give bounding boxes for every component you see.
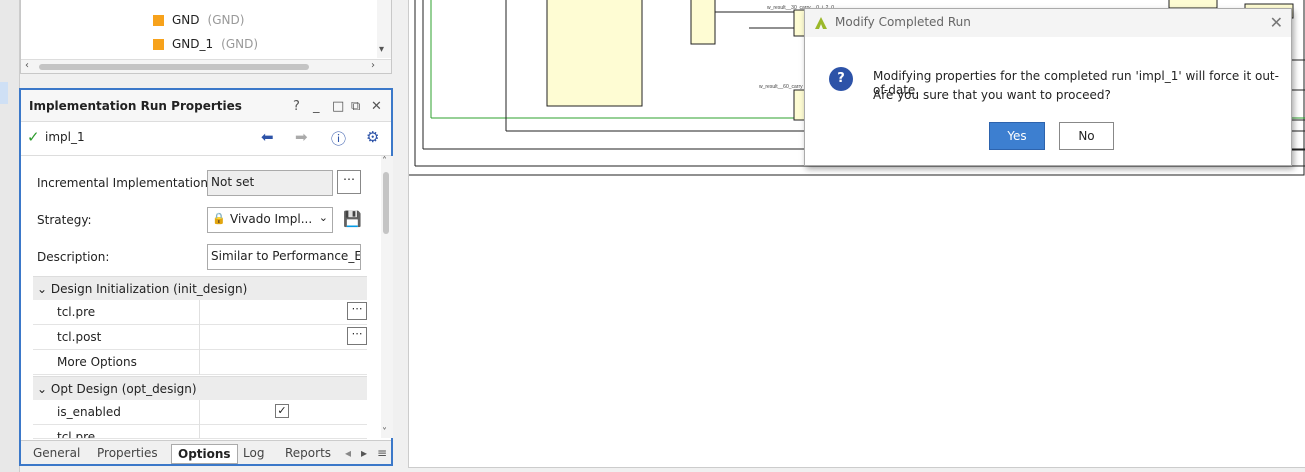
- run-name: impl_1: [45, 130, 85, 144]
- question-icon: ?: [829, 67, 853, 91]
- option-name: More Options: [57, 355, 137, 369]
- run-complete-check-icon: ✓: [27, 128, 40, 146]
- incremental-field[interactable]: Not set: [207, 170, 333, 196]
- option-row: tcl.post ⋯: [33, 325, 367, 350]
- float-icon[interactable]: ⧉: [351, 99, 360, 114]
- scroll-thumb[interactable]: [39, 64, 309, 70]
- section-init-design[interactable]: ⌄ Design Initialization (init_design): [33, 276, 367, 300]
- close-icon[interactable]: ✕: [371, 99, 382, 114]
- panel-toolbar: ✓ impl_1 ⬅ ➡ ⓘ ⚙: [21, 122, 391, 156]
- yes-button[interactable]: Yes: [989, 122, 1045, 150]
- chevron-down-icon[interactable]: ⌄: [37, 282, 47, 296]
- section-title: Opt Design (opt_design): [50, 382, 197, 396]
- scroll-right-icon[interactable]: ›: [371, 60, 375, 71]
- run-properties-panel: Implementation Run Properties ? _ □ ⧉ ✕ …: [19, 88, 393, 466]
- tab-reports[interactable]: Reports: [279, 444, 337, 464]
- tab-log[interactable]: Log: [237, 444, 270, 464]
- gnd-cell-icon: [153, 38, 164, 50]
- section-title: Design Initialization (init_design): [50, 282, 248, 296]
- chevron-down-icon[interactable]: ⌄: [37, 382, 47, 396]
- tree-item-name: GND: [172, 13, 200, 27]
- scroll-left-icon[interactable]: ‹: [25, 60, 29, 71]
- option-row: More Options: [33, 350, 367, 375]
- tab-options[interactable]: Options: [171, 444, 238, 464]
- logic-cell: [546, 0, 643, 107]
- tab-general[interactable]: General: [27, 444, 86, 464]
- description-label: Description:: [37, 250, 110, 264]
- save-strategy-icon[interactable]: 💾: [343, 210, 362, 228]
- settings-gear-icon[interactable]: ⚙: [366, 128, 379, 146]
- tree-item[interactable]: GND (GND): [153, 10, 244, 30]
- tree-vertical-scrollbar[interactable]: ▾: [377, 0, 391, 58]
- chevron-down-icon[interactable]: ⌄: [319, 211, 328, 224]
- tree-item-type: (GND): [221, 37, 259, 51]
- left-navigation-strip: [0, 0, 20, 472]
- gnd-cell-icon: [153, 14, 164, 26]
- is-enabled-checkbox[interactable]: ✓: [275, 404, 289, 418]
- panel-title: Implementation Run Properties: [29, 99, 242, 113]
- dialog-title: Modify Completed Run: [835, 15, 971, 29]
- help-icon[interactable]: ?: [293, 99, 300, 114]
- back-arrow-icon[interactable]: ⬅: [261, 128, 274, 146]
- netlist-tree[interactable]: GND (GND) GND_1 (GND) ▾ ‹ ›: [20, 0, 392, 74]
- dialog-message-line2: Are you sure that you want to proceed?: [873, 88, 1111, 102]
- scroll-down-icon[interactable]: ▾: [379, 44, 384, 55]
- no-button[interactable]: No: [1059, 122, 1114, 150]
- scroll-down-icon[interactable]: ˅: [382, 427, 387, 438]
- section-opt-design[interactable]: ⌄ Opt Design (opt_design): [33, 376, 367, 400]
- selected-marker: [0, 82, 8, 104]
- info-icon[interactable]: ⓘ: [331, 128, 346, 149]
- net-label: w_result__60_carry: [759, 84, 803, 90]
- tree-item-name: GND_1: [172, 37, 214, 51]
- dialog-close-icon[interactable]: ✕: [1270, 13, 1283, 32]
- strategy-select[interactable]: 🔒 Vivado Impl... ⌄: [207, 207, 333, 233]
- scroll-up-icon[interactable]: ˄: [382, 156, 387, 167]
- tree-item-type: (GND): [207, 13, 245, 27]
- tab-menu-icon[interactable]: ≡: [371, 444, 393, 464]
- logic-cell: [1168, 0, 1218, 9]
- description-field[interactable]: Similar to Performance_Ex: [207, 244, 361, 270]
- option-row: tcl.pre ⋯: [33, 300, 367, 325]
- forward-arrow-icon[interactable]: ➡: [295, 128, 308, 146]
- tree-item[interactable]: GND_1 (GND): [153, 34, 258, 54]
- browse-button[interactable]: ⋯: [347, 327, 367, 345]
- option-name: is_enabled: [57, 405, 121, 419]
- tab-properties[interactable]: Properties: [91, 444, 164, 464]
- vivado-logo-icon: [815, 17, 827, 29]
- logic-cell: [690, 0, 716, 45]
- properties-scrollbar[interactable]: ˄ ˅: [381, 156, 393, 438]
- maximize-icon[interactable]: □: [332, 99, 344, 114]
- strategy-value: Vivado Impl...: [230, 212, 313, 226]
- minimize-icon[interactable]: _: [313, 99, 320, 114]
- browse-button[interactable]: ⋯: [347, 302, 367, 320]
- modify-completed-run-dialog: Modify Completed Run ✕ ? Modifying prope…: [804, 8, 1292, 166]
- panel-tabs: General Properties Options Log Reports ◂…: [21, 440, 391, 464]
- strategy-label: Strategy:: [37, 213, 92, 227]
- option-name: tcl.pre: [57, 305, 96, 319]
- option-row: is_enabled ✓: [33, 400, 367, 425]
- strategy-lock-icon: 🔒: [212, 212, 226, 225]
- tree-horizontal-scrollbar[interactable]: ‹ ›: [21, 59, 391, 73]
- incremental-browse-button[interactable]: ⋯: [337, 170, 361, 194]
- option-row: tcl.pre: [33, 425, 367, 439]
- panel-header: Implementation Run Properties ? _ □ ⧉ ✕: [21, 90, 391, 122]
- incremental-label: Incremental Implementation:: [37, 176, 213, 190]
- dialog-titlebar[interactable]: Modify Completed Run ✕: [805, 9, 1291, 37]
- option-name: tcl.pre: [57, 430, 96, 439]
- scroll-thumb[interactable]: [383, 172, 389, 234]
- option-name: tcl.post: [57, 330, 102, 344]
